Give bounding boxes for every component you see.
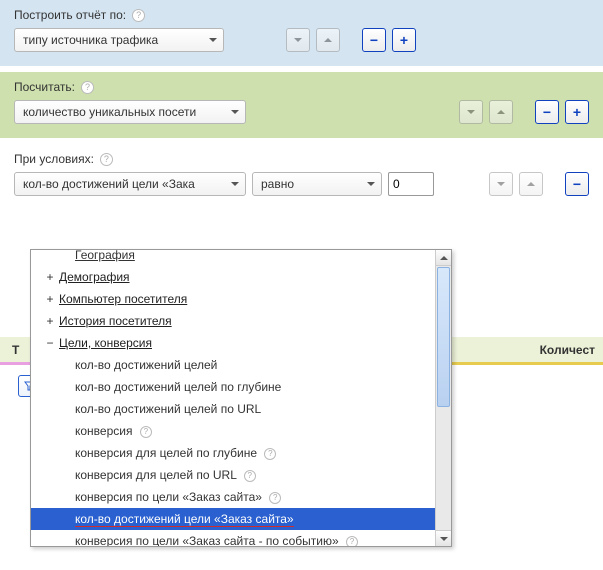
dropdown-group-visitor-computer[interactable]: + Компьютер посетителя bbox=[31, 288, 435, 310]
panel-build-row: типу источника трафика − + bbox=[14, 28, 589, 52]
dropdown-item-selected[interactable]: кол-во достижений цели «Заказ сайта» bbox=[31, 508, 435, 530]
panel-build-label: Построить отчёт по: ? bbox=[14, 8, 589, 22]
chevron-down-icon bbox=[209, 38, 217, 42]
help-icon[interactable]: ? bbox=[132, 9, 145, 22]
dropdown-item-geography[interactable]: География bbox=[31, 250, 435, 266]
panel-cond-label-text: При условиях: bbox=[14, 152, 94, 166]
panel-build-label-text: Построить отчёт по: bbox=[14, 8, 126, 22]
select-value-text: равно bbox=[261, 177, 294, 191]
add-button[interactable]: + bbox=[392, 28, 416, 52]
dropdown-item-label: Компьютер посетителя bbox=[59, 292, 187, 306]
panel-build-report: Построить отчёт по: ? типу источника тра… bbox=[0, 0, 603, 66]
move-down-button[interactable] bbox=[459, 100, 483, 124]
move-down-button[interactable] bbox=[489, 172, 513, 196]
triangle-up-icon bbox=[324, 38, 332, 42]
dropdown-item-label: Цели, конверсия bbox=[59, 336, 152, 350]
help-icon[interactable]: ? bbox=[264, 448, 276, 460]
select-condition-metric[interactable]: кол-во достижений цели «Зака bbox=[14, 172, 246, 196]
panel-cond-label: При условиях: ? bbox=[14, 152, 589, 166]
dropdown-item[interactable]: кол-во достижений целей по URL bbox=[31, 398, 435, 420]
scroll-thumb[interactable] bbox=[437, 267, 450, 407]
select-traffic-source-type[interactable]: типу источника трафика bbox=[14, 28, 224, 52]
move-down-button[interactable] bbox=[286, 28, 310, 52]
chevron-down-icon bbox=[231, 182, 239, 186]
help-icon[interactable]: ? bbox=[269, 492, 281, 504]
dropdown-item[interactable]: кол-во достижений целей по глубине bbox=[31, 376, 435, 398]
panel-conditions: При условиях: ? кол-во достижений цели «… bbox=[0, 144, 603, 202]
dropdown-item-label: кол-во достижений цели «Заказ сайта» bbox=[75, 512, 294, 526]
expand-icon: + bbox=[45, 270, 55, 284]
help-icon[interactable]: ? bbox=[81, 81, 94, 94]
select-unique-visitors-count[interactable]: количество уникальных посети bbox=[14, 100, 246, 124]
move-up-button[interactable] bbox=[489, 100, 513, 124]
dropdown-group-visitor-history[interactable]: + История посетителя bbox=[31, 310, 435, 332]
collapse-icon: − bbox=[45, 336, 55, 350]
triangle-up-icon bbox=[497, 110, 505, 114]
expand-icon: + bbox=[45, 292, 55, 306]
select-value-text: типу источника трафика bbox=[23, 33, 158, 47]
remove-button[interactable]: − bbox=[535, 100, 559, 124]
add-button[interactable]: + bbox=[565, 100, 589, 124]
help-icon[interactable]: ? bbox=[100, 153, 113, 166]
help-icon[interactable]: ? bbox=[346, 536, 358, 546]
dropdown-group-demography[interactable]: + Демография bbox=[31, 266, 435, 288]
dropdown-item[interactable]: конверсия по цели «Заказ сайта» ? bbox=[31, 486, 435, 508]
dropdown-item-label: конверсия для целей по URL bbox=[75, 468, 236, 482]
dropdown-item-label: кол-во достижений целей bbox=[75, 358, 217, 372]
dropdown-item-label: конверсия по цели «Заказ сайта» bbox=[75, 490, 262, 504]
select-condition-operator[interactable]: равно bbox=[252, 172, 382, 196]
condition-value-input[interactable] bbox=[388, 172, 434, 196]
remove-button[interactable]: − bbox=[565, 172, 589, 196]
dropdown-item-label: кол-во достижений целей по URL bbox=[75, 402, 261, 416]
scroll-down-button[interactable] bbox=[436, 530, 451, 546]
select-value-text: количество уникальных посети bbox=[23, 105, 196, 119]
dropdown-scrollbar[interactable] bbox=[435, 250, 451, 546]
dropdown-item[interactable]: кол-во достижений целей bbox=[31, 354, 435, 376]
triangle-down-icon bbox=[467, 110, 475, 114]
panel-calc-row: количество уникальных посети − + bbox=[14, 100, 589, 124]
dropdown-list[interactable]: География + Демография + Компьютер посет… bbox=[31, 250, 435, 546]
dropdown-item-label: История посетителя bbox=[59, 314, 172, 328]
dropdown-item[interactable]: конверсия ? bbox=[31, 420, 435, 442]
scroll-up-button[interactable] bbox=[436, 250, 451, 266]
expand-icon: + bbox=[45, 314, 55, 328]
help-icon[interactable]: ? bbox=[244, 470, 256, 482]
triangle-down-icon bbox=[440, 537, 448, 541]
move-up-button[interactable] bbox=[519, 172, 543, 196]
triangle-down-icon bbox=[497, 182, 505, 186]
dropdown-item-label: кол-во достижений целей по глубине bbox=[75, 380, 281, 394]
panel-calculate: Посчитать: ? количество уникальных посет… bbox=[0, 72, 603, 138]
dropdown-item-label: Демография bbox=[59, 270, 130, 284]
metric-dropdown: География + Демография + Компьютер посет… bbox=[30, 249, 452, 547]
dropdown-group-goals-conversion[interactable]: − Цели, конверсия bbox=[31, 332, 435, 354]
triangle-up-icon bbox=[527, 182, 535, 186]
remove-button[interactable]: − bbox=[362, 28, 386, 52]
panel-calc-label-text: Посчитать: bbox=[14, 80, 75, 94]
help-icon[interactable]: ? bbox=[140, 426, 152, 438]
chevron-down-icon bbox=[367, 182, 375, 186]
dropdown-item-label: конверсия по цели «Заказ сайта - по собы… bbox=[75, 534, 339, 546]
dropdown-item-label: География bbox=[75, 250, 135, 262]
panel-cond-row: кол-во достижений цели «Зака равно − bbox=[14, 172, 589, 196]
select-value-text: кол-во достижений цели «Зака bbox=[23, 177, 195, 191]
triangle-up-icon bbox=[440, 256, 448, 260]
dropdown-item[interactable]: конверсия для целей по глубине ? bbox=[31, 442, 435, 464]
dropdown-item-label: конверсия bbox=[75, 424, 132, 438]
chevron-down-icon bbox=[231, 110, 239, 114]
dropdown-item[interactable]: конверсия по цели «Заказ сайта - по собы… bbox=[31, 530, 435, 546]
dropdown-item[interactable]: конверсия для целей по URL ? bbox=[31, 464, 435, 486]
panel-calc-label: Посчитать: ? bbox=[14, 80, 589, 94]
table-col-left: Т bbox=[0, 343, 19, 357]
triangle-down-icon bbox=[294, 38, 302, 42]
move-up-button[interactable] bbox=[316, 28, 340, 52]
table-col-right: Количест bbox=[540, 343, 603, 357]
dropdown-item-label: конверсия для целей по глубине bbox=[75, 446, 257, 460]
